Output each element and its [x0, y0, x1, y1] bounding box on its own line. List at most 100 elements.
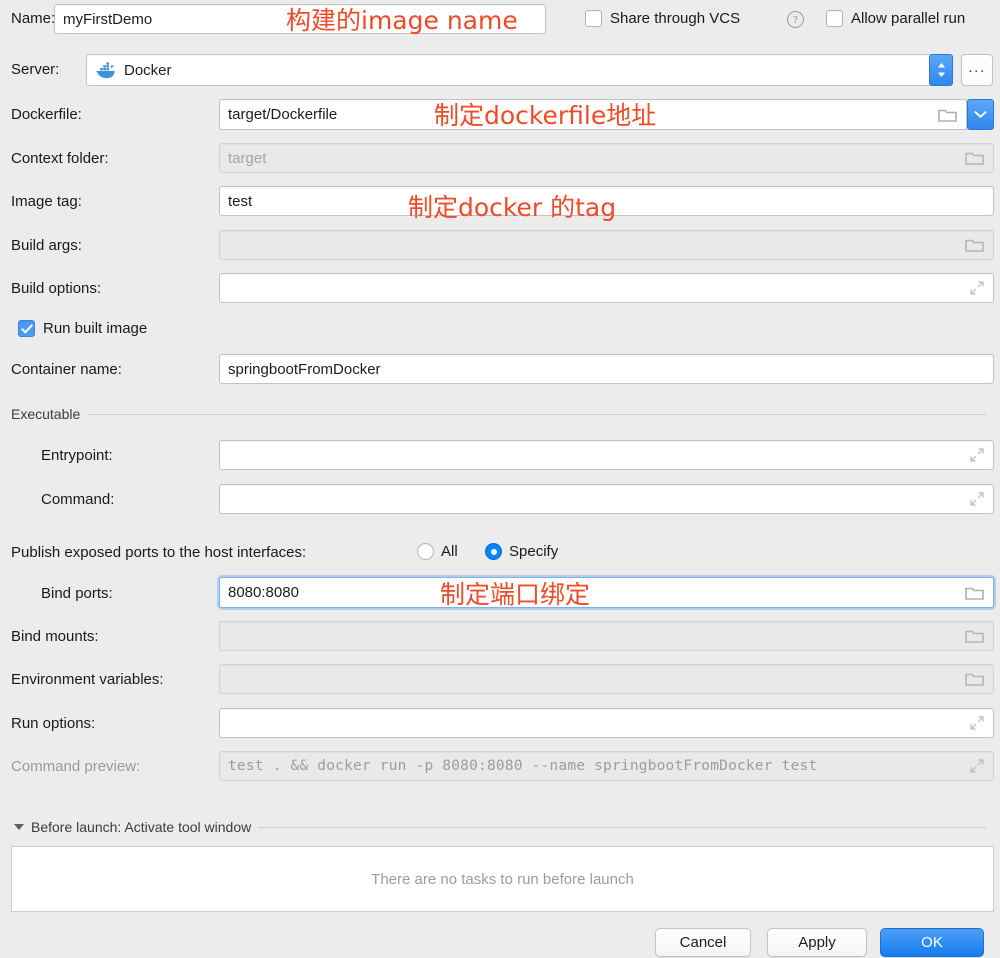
expand-icon[interactable]: [969, 447, 985, 463]
radio-specify[interactable]: Specify: [485, 543, 558, 560]
docker-whale-icon: [95, 61, 117, 79]
bind-ports-label-wrap: Bind ports:: [41, 585, 113, 602]
entrypoint-label-wrap: Entrypoint:: [41, 447, 113, 464]
allow-parallel-run-checkbox-box[interactable]: [826, 10, 843, 27]
cancel-button-label: Cancel: [679, 934, 727, 951]
build-args-label: Build args:: [11, 237, 82, 254]
run-built-image-label: Run built image: [43, 320, 148, 337]
run-built-image-checkbox-box[interactable]: [18, 320, 35, 337]
env-vars-label-wrap: Environment variables:: [11, 671, 164, 688]
folder-icon[interactable]: [965, 150, 985, 166]
share-vcs-help-icon[interactable]: ?: [787, 11, 804, 28]
build-args-input[interactable]: [219, 230, 994, 260]
command-label-wrap: Command:: [41, 491, 114, 508]
container-name-input[interactable]: springbootFromDocker: [219, 354, 994, 384]
env-vars-label: Environment variables:: [11, 671, 164, 688]
command-preview-value: test . && docker run -p 8080:8080 --name…: [228, 758, 818, 774]
server-label: Server:: [11, 61, 60, 78]
annotation-image-name: 构建的image name: [286, 6, 518, 35]
context-folder-input[interactable]: target: [219, 143, 994, 173]
image-tag-label-wrap: Image tag:: [11, 193, 82, 210]
run-options-input[interactable]: [219, 708, 994, 738]
container-name-label-wrap: Container name:: [11, 361, 122, 378]
question-mark-icon: ?: [787, 11, 804, 28]
bind-mounts-label-wrap: Bind mounts:: [11, 628, 99, 645]
bind-ports-input[interactable]: 8080:8080: [219, 577, 994, 608]
container-name-label: Container name:: [11, 361, 122, 378]
command-input[interactable]: [219, 484, 994, 514]
run-built-image-checkbox[interactable]: Run built image: [18, 320, 147, 337]
stepper-chevrons-icon: [937, 63, 945, 77]
apply-button-label: Apply: [798, 934, 836, 951]
entrypoint-input[interactable]: [219, 440, 994, 470]
radio-specify-label: Specify: [509, 543, 559, 560]
entrypoint-label: Entrypoint:: [41, 447, 113, 464]
server-more-label: ...: [968, 58, 986, 76]
command-preview-input: test . && docker run -p 8080:8080 --name…: [219, 751, 994, 781]
name-label-wrap: Name:: [11, 10, 55, 27]
before-launch-task-list[interactable]: There are no tasks to run before launch: [11, 846, 994, 912]
radio-all-button[interactable]: [417, 543, 434, 560]
chevron-down-icon: [974, 111, 987, 118]
server-label-wrap: Server:: [11, 61, 59, 78]
group-divider: [87, 413, 986, 415]
dockerfile-label-wrap: Dockerfile:: [11, 106, 82, 123]
context-folder-input-value: target: [228, 149, 267, 167]
container-name-input-value: springbootFromDocker: [228, 360, 381, 378]
allow-parallel-run-label: Allow parallel run: [851, 10, 966, 27]
run-options-label-wrap: Run options:: [11, 715, 95, 732]
cancel-button[interactable]: Cancel: [655, 928, 751, 957]
expand-icon[interactable]: [969, 758, 985, 774]
image-tag-label: Image tag:: [11, 193, 82, 210]
docker-run-configuration-dialog: Name: myFirstDemo Share through VCS ? Al…: [0, 0, 1000, 958]
command-preview-label: Command preview:: [11, 758, 141, 775]
server-stepper[interactable]: [929, 54, 953, 86]
before-launch-label: Before launch: Activate tool window: [31, 819, 252, 835]
command-label: Command:: [41, 491, 115, 508]
apply-button[interactable]: Apply: [767, 928, 867, 957]
build-options-input[interactable]: [219, 273, 994, 303]
bind-mounts-label: Bind mounts:: [11, 628, 99, 645]
bind-ports-input-value: 8080:8080: [228, 584, 299, 601]
radio-all[interactable]: All: [417, 543, 458, 560]
build-args-label-wrap: Build args:: [11, 237, 82, 254]
bind-mounts-input[interactable]: [219, 621, 994, 651]
expand-icon[interactable]: [969, 280, 985, 296]
command-preview-label-wrap: Command preview:: [11, 758, 140, 775]
triangle-down-icon[interactable]: [14, 824, 24, 830]
bind-ports-label: Bind ports:: [41, 585, 113, 602]
publish-ports-label-wrap: Publish exposed ports to the host interf…: [11, 544, 306, 561]
expand-icon[interactable]: [969, 491, 985, 507]
annotation-docker-tag: 制定docker 的tag: [408, 193, 617, 222]
annotation-dockerfile-path: 制定dockerfile地址: [434, 101, 657, 130]
share-vcs-label: Share through VCS: [610, 10, 741, 27]
folder-icon[interactable]: [938, 107, 958, 123]
allow-parallel-run-checkbox[interactable]: Allow parallel run: [826, 10, 965, 27]
radio-specify-button[interactable]: [485, 543, 502, 560]
folder-icon[interactable]: [965, 237, 985, 253]
name-label: Name:: [11, 10, 56, 27]
server-combobox[interactable]: Docker: [86, 54, 932, 86]
annotation-port-binding: 制定端口绑定: [440, 580, 591, 609]
context-folder-label-wrap: Context folder:: [11, 150, 109, 167]
executable-group-label: Executable: [11, 406, 81, 422]
folder-icon[interactable]: [965, 671, 985, 687]
expand-icon[interactable]: [969, 715, 985, 731]
share-vcs-checkbox[interactable]: Share through VCS: [585, 10, 740, 27]
group-divider: [258, 826, 986, 828]
dockerfile-dropdown-button[interactable]: [967, 99, 994, 130]
before-launch-header[interactable]: Before launch: Activate tool window: [0, 819, 1000, 835]
env-vars-input[interactable]: [219, 664, 994, 694]
ok-button-label: OK: [921, 934, 943, 951]
folder-icon[interactable]: [965, 585, 985, 601]
ok-button[interactable]: OK: [880, 928, 984, 957]
build-options-label-wrap: Build options:: [11, 280, 101, 297]
dockerfile-label: Dockerfile:: [11, 106, 82, 123]
server-more-button[interactable]: ...: [961, 54, 993, 86]
radio-all-label: All: [441, 543, 458, 560]
run-options-label: Run options:: [11, 715, 96, 732]
folder-icon[interactable]: [965, 628, 985, 644]
share-vcs-checkbox-box[interactable]: [585, 10, 602, 27]
executable-group-header: Executable: [0, 406, 1000, 422]
context-folder-label: Context folder:: [11, 150, 109, 167]
